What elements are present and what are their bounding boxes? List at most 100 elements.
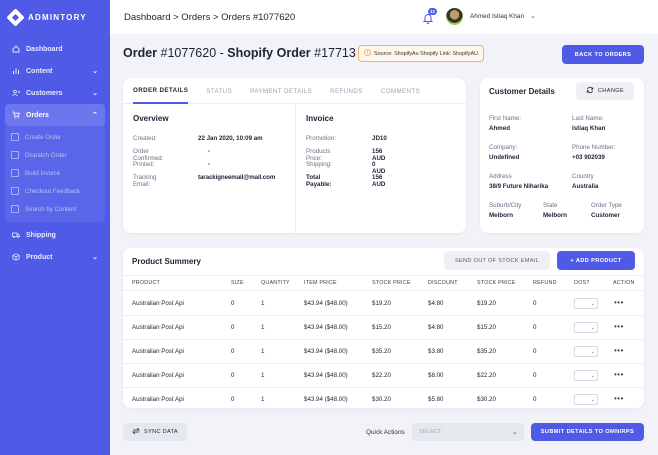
order-details-card: ORDER DETAILS STATUS PAYMENT DETAILS REF… (123, 78, 466, 233)
truck-icon (11, 231, 20, 240)
sidebar-item-label: Shipping (26, 231, 56, 239)
tab-order-details[interactable]: ORDER DETAILS (133, 78, 189, 104)
sync-label: SYNC DATA (144, 429, 178, 435)
product-summary-card: Product Summery SEND OUT OF STOCK EMAIL … (123, 248, 644, 412)
country-field: Country Australia (572, 173, 598, 190)
field-value: Australia (572, 183, 599, 190)
sidebar-item-orders[interactable]: Orders ⌃ (5, 104, 105, 126)
more-actions-icon[interactable]: ••• (614, 394, 624, 403)
field-value: 38/9 Future Niharika (489, 183, 549, 190)
cart-icon (11, 111, 20, 120)
back-to-orders-button[interactable]: BACK TO ORDERS (562, 45, 644, 64)
first-name-field: First Name: Ahmed (489, 115, 521, 132)
document-icon (11, 151, 19, 159)
dos-select[interactable]: ⌄ (574, 298, 598, 309)
table-cell: $30.20 (372, 396, 391, 403)
change-customer-button[interactable]: CHANGE (576, 82, 634, 100)
table-cell: $22.20 (372, 372, 391, 379)
sync-data-button[interactable]: SYNC DATA (123, 423, 187, 441)
table-cell: $22.20 (477, 372, 496, 379)
sidebar-item-dashboard[interactable]: Dashboard (5, 38, 105, 60)
table-cell: Australian Post Api (132, 396, 184, 403)
submenu-label: Dispatch Order (25, 151, 67, 159)
sidebar-item-label: Orders (26, 111, 49, 119)
table-cell: 1 (261, 348, 265, 355)
field-value: 0 AUD (372, 161, 386, 175)
field-label: State (543, 202, 558, 209)
field-label: Printed: (133, 161, 155, 168)
sidebar-item-product[interactable]: Product ⌄ (5, 246, 105, 268)
table-cell: 0 (533, 372, 537, 379)
table-cell: $43.94 ($48.00) (304, 324, 348, 331)
order-type-field: Order Type Customer (591, 202, 622, 219)
send-out-of-stock-email-button[interactable]: SEND OUT OF STOCK EMAIL (444, 251, 550, 270)
sidebar: ADMINTORY Dashboard Content ⌄ Customers … (0, 0, 110, 455)
sidebar-item-shipping[interactable]: Shipping (5, 224, 105, 246)
table-cell: $43.94 ($48.00) (304, 348, 348, 355)
add-product-button[interactable]: + ADD PRODUCT (557, 251, 635, 270)
more-actions-icon[interactable]: ••• (614, 298, 624, 307)
column-header: QUANTITY (261, 280, 290, 286)
submenu-label: Build Invoice (25, 169, 61, 177)
submenu-checkout-feedback[interactable]: Checkout Feedback (5, 182, 105, 200)
order-tabs: ORDER DETAILS STATUS PAYMENT DETAILS REF… (123, 78, 466, 104)
field-label: Order Confirmed: (133, 148, 164, 162)
table-cell: Australian Post Api (132, 324, 184, 331)
document-icon (11, 205, 19, 213)
logo-icon (6, 7, 25, 27)
chevron-down-icon: ⌄ (92, 90, 98, 97)
submenu-create-order[interactable]: Create Order (5, 128, 105, 146)
sidebar-nav: Dashboard Content ⌄ Customers ⌄ Orders ⌃… (0, 34, 110, 272)
submit-details-button[interactable]: SUBMIT DETAILS TO OMNIRPS (531, 423, 644, 441)
dos-select[interactable]: ⌄ (574, 346, 598, 357)
address-field: Address 38/9 Future Niharika (489, 173, 548, 190)
field-label: Suburb/City (489, 202, 522, 209)
table-row: Australian Post Api 0 1 $43.94 ($48.00) $19.… (123, 292, 644, 316)
more-actions-icon[interactable]: ••• (614, 346, 624, 355)
field-label: Last Name: (572, 115, 604, 122)
table-cell: 0 (231, 348, 235, 355)
dos-select[interactable]: ⌄ (574, 370, 598, 381)
tab-refunds[interactable]: REFUNDS (330, 78, 363, 104)
brand[interactable]: ADMINTORY (0, 0, 110, 34)
column-header: DOS? (574, 280, 590, 286)
submenu-dispatch-order[interactable]: Dispatch Order (5, 146, 105, 164)
column-header: REFUND (533, 280, 557, 286)
dos-select[interactable]: ⌄ (574, 322, 598, 333)
field-value: Melborn (543, 212, 568, 219)
chevron-down-icon: ⌄ (511, 429, 518, 436)
document-icon (11, 133, 19, 141)
username[interactable]: Ahmed Istiaq Khan (470, 13, 524, 20)
submenu-search-by-content[interactable]: Search by Content (5, 200, 105, 218)
table-cell: $3.80 (428, 348, 444, 355)
table-cell: $8.00 (428, 372, 444, 379)
table-cell: 0 (231, 372, 235, 379)
table-cell: Australian Post Api (132, 348, 184, 355)
tab-comments[interactable]: COMMENTS (381, 78, 420, 104)
field-value: 156 AUD (372, 148, 386, 162)
more-actions-icon[interactable]: ••• (614, 370, 624, 379)
document-icon (11, 169, 19, 177)
sidebar-item-content[interactable]: Content ⌄ (5, 60, 105, 82)
customer-title: Customer Details (489, 87, 555, 96)
avatar[interactable] (446, 8, 463, 25)
quick-actions-select[interactable]: SELECT ⌄ (412, 423, 524, 441)
sidebar-item-label: Content (26, 67, 53, 75)
column-header: PRODUCT (132, 280, 161, 286)
more-actions-icon[interactable]: ••• (614, 322, 624, 331)
users-icon (11, 89, 20, 98)
dos-select[interactable]: ⌄ (574, 394, 598, 405)
table-cell: 1 (261, 396, 265, 403)
chevron-down-icon[interactable]: ⌄ (530, 12, 536, 20)
field-label: Phone Number: (572, 144, 616, 151)
sidebar-item-customers[interactable]: Customers ⌄ (5, 82, 105, 104)
field-value: Customer (591, 212, 620, 219)
page-title: Order #1077620 - Shopify Order #17713 (123, 46, 356, 60)
table-cell: 1 (261, 324, 265, 331)
tab-payment-details[interactable]: PAYMENT DETAILS (250, 78, 312, 104)
submenu-build-invoice[interactable]: Build Invoice (5, 164, 105, 182)
chevron-up-icon: ⌃ (92, 112, 98, 119)
tab-status[interactable]: STATUS (206, 78, 232, 104)
field-label: Products Price: (306, 148, 331, 162)
field-label: Country (572, 173, 594, 180)
